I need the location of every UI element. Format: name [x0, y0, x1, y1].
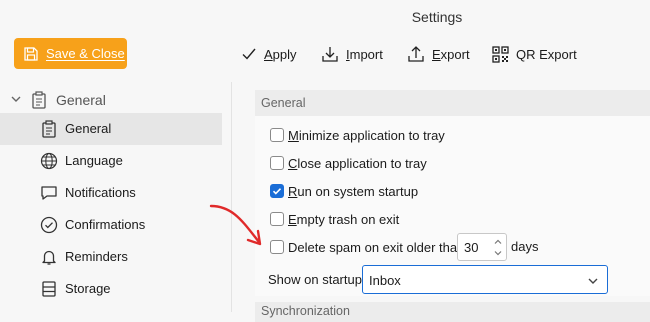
qr-code-icon — [492, 45, 509, 63]
clipboard-icon — [42, 120, 56, 138]
apply-button[interactable]: Apply — [241, 42, 297, 66]
speech-bubble-icon — [41, 186, 57, 200]
import-icon — [322, 47, 338, 62]
checkmark-icon — [272, 188, 282, 195]
checkbox-box[interactable] — [270, 156, 284, 170]
spam-days-stepper[interactable]: 30 — [457, 233, 507, 261]
sidebar-item-confirmations[interactable]: Confirmations — [0, 209, 222, 241]
red-arrow-annotation-icon — [209, 204, 262, 246]
empty-trash-checkbox[interactable]: Empty trash on exit — [270, 209, 399, 229]
checkbox-label: Minimize application to tray — [288, 127, 445, 143]
sidebar-item-label: Language — [65, 153, 123, 168]
apply-label: Apply — [264, 46, 297, 62]
sidebar-item-label: General — [65, 121, 112, 136]
chevron-down-icon[interactable] — [10, 93, 22, 105]
chevron-down-icon[interactable] — [493, 248, 503, 258]
run-on-startup-checkbox[interactable]: Run on system startup — [270, 181, 418, 201]
sidebar-item-label: Notifications — [65, 185, 136, 200]
sidebar-item-language[interactable]: Language — [0, 145, 222, 177]
spam-days-value[interactable]: 30 — [464, 240, 478, 255]
checkbox-box[interactable] — [270, 184, 284, 198]
sidebar-item-label: Storage — [65, 281, 111, 296]
export-label: Export — [432, 46, 470, 62]
check-circle-icon — [40, 216, 58, 234]
chevron-down-icon — [588, 278, 598, 284]
chevron-up-icon[interactable] — [493, 237, 503, 247]
checkmark-icon — [242, 48, 256, 60]
import-button[interactable]: Import — [321, 42, 383, 66]
spam-days-unit: days — [511, 239, 539, 254]
show-on-startup-label: Show on startup: — [268, 272, 366, 287]
checkbox-box[interactable] — [270, 240, 284, 254]
globe-icon — [40, 152, 58, 170]
close-to-tray-checkbox[interactable]: Close application to tray — [270, 153, 427, 173]
checkbox-label: Run on system startup — [288, 183, 419, 199]
window-title: Settings — [411, 9, 463, 25]
section-header-synchronization: Synchronization — [255, 302, 650, 322]
sidebar-item-label: Reminders — [65, 249, 128, 264]
sidebar-item-notifications[interactable]: Notifications — [0, 177, 222, 209]
save-and-close-button[interactable]: Save & Close — [14, 38, 127, 69]
show-on-startup-select[interactable]: Inbox — [362, 265, 608, 294]
checkbox-box[interactable] — [270, 212, 284, 226]
qr-export-button[interactable]: QR Export — [492, 42, 577, 66]
save-icon — [24, 46, 38, 61]
settings-sidebar: General General Language Notifications C… — [0, 82, 232, 312]
checkbox-box[interactable] — [270, 128, 284, 142]
checkbox-label: Empty trash on exit — [288, 211, 400, 227]
database-icon — [42, 281, 56, 297]
sidebar-item-label: Confirmations — [65, 217, 146, 232]
qr-export-label: QR Export — [516, 46, 577, 62]
sidebar-item-storage[interactable]: Storage — [0, 273, 222, 305]
export-icon — [408, 46, 424, 62]
bell-icon — [42, 250, 56, 265]
delete-spam-checkbox[interactable]: Delete spam on exit older than — [270, 237, 464, 257]
minimize-to-tray-checkbox[interactable]: Minimize application to tray — [270, 125, 445, 145]
checkbox-label: Delete spam on exit older than — [288, 239, 465, 255]
export-button[interactable]: Export — [407, 42, 470, 66]
import-label: Import — [346, 46, 383, 62]
sidebar-item-general[interactable]: General — [0, 113, 222, 145]
checkbox-label: Close application to tray — [288, 155, 427, 171]
sidebar-item-reminders[interactable]: Reminders — [0, 241, 222, 273]
clipboard-icon — [32, 91, 46, 109]
section-header-general: General — [255, 90, 650, 116]
show-on-startup-value: Inbox — [369, 273, 401, 288]
save-and-close-label: Save & Close — [46, 46, 125, 61]
sidebar-group-label: General — [56, 92, 106, 108]
sidebar-group-general[interactable]: General — [0, 88, 232, 112]
